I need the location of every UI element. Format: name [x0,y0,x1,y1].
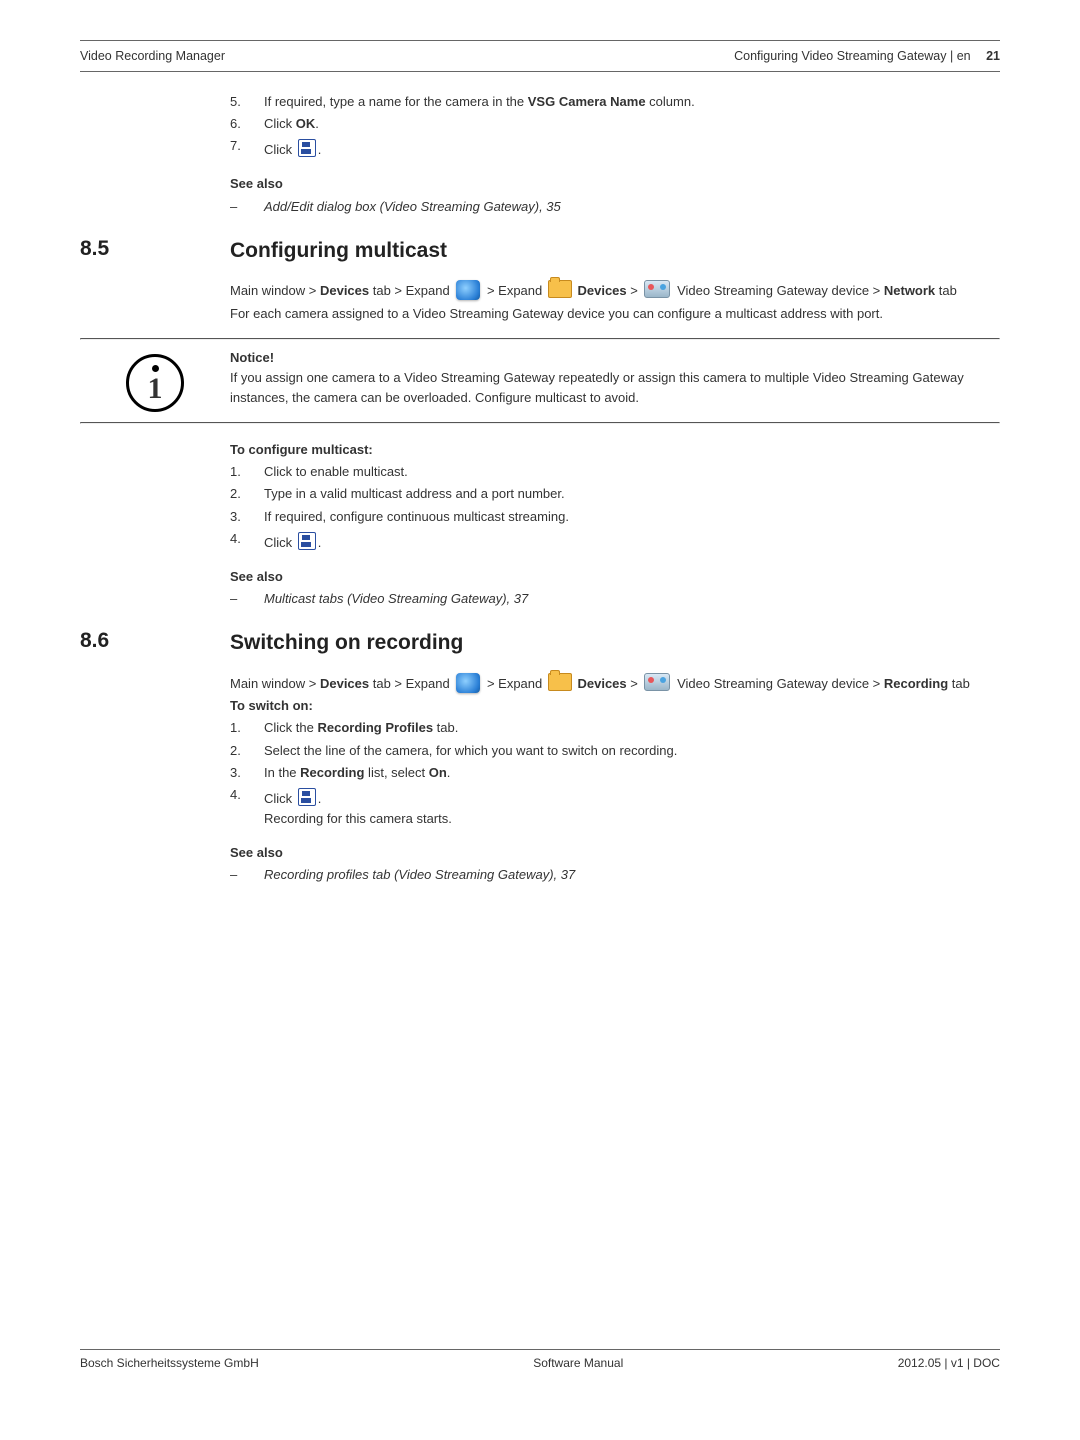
list-item: 2.Select the line of the camera, for whi… [230,741,1000,761]
save-icon [298,532,316,550]
folder-icon [548,280,572,298]
save-icon [298,139,316,157]
page-number: 21 [986,49,1000,63]
list-item: 7. Click . [230,136,1000,160]
howto-heading: To switch on: [230,696,1000,716]
list-item: 4.Click .Recording for this camera start… [230,785,1000,829]
footer-left: Bosch Sicherheitssysteme GmbH [80,1356,259,1370]
section-number: 8.5 [80,235,230,261]
footer-center: Software Manual [533,1356,623,1370]
device-icon [644,673,670,691]
header-left: Video Recording Manager [80,49,225,63]
see-also-item: – Add/Edit dialog box (Video Streaming G… [230,197,1000,217]
running-header: Video Recording Manager Configuring Vide… [80,41,1000,71]
howto-heading: To configure multicast: [230,440,1000,460]
recording-steps: 1.Click the Recording Profiles tab. 2.Se… [230,718,1000,829]
notice-block: 1 Notice! If you assign one camera to a … [80,338,1000,424]
intro-steps: 5. If required, type a name for the came… [230,92,1000,160]
notice-heading: Notice! [230,348,1000,368]
see-also-item: – Recording profiles tab (Video Streamin… [230,865,1000,885]
save-icon [298,788,316,806]
nav-path: Main window > Devices tab > Expand > Exp… [230,275,1000,304]
list-item: 5. If required, type a name for the came… [230,92,1000,112]
list-item: 6. Click OK. [230,114,1000,134]
see-also-heading: See also [230,843,1000,863]
section-description: For each camera assigned to a Video Stre… [230,304,1000,324]
page-footer: Bosch Sicherheitssysteme GmbH Software M… [80,1349,1000,1370]
globe-icon [456,673,480,693]
list-item: 3.In the Recording list, select On. [230,763,1000,783]
info-icon: 1 [126,354,184,412]
list-item: 1.Click to enable multicast. [230,462,1000,482]
see-also-item: – Multicast tabs (Video Streaming Gatewa… [230,589,1000,609]
list-item: 3.If required, configure continuous mult… [230,507,1000,527]
list-item: 2.Type in a valid multicast address and … [230,484,1000,504]
see-also-heading: See also [230,567,1000,587]
section-heading: Switching on recording [230,627,1000,660]
see-also-heading: See also [230,174,1000,194]
notice-body: If you assign one camera to a Video Stre… [230,368,1000,408]
multicast-steps: 1.Click to enable multicast. 2.Type in a… [230,462,1000,553]
device-icon [644,280,670,298]
footer-right: 2012.05 | v1 | DOC [898,1356,1000,1370]
list-item: 4.Click . [230,529,1000,553]
folder-icon [548,673,572,691]
list-item: 1.Click the Recording Profiles tab. [230,718,1000,738]
header-right: Configuring Video Streaming Gateway | en… [734,49,1000,63]
section-heading: Configuring multicast [230,235,1000,268]
nav-path: Main window > Devices tab > Expand > Exp… [230,668,1000,697]
globe-icon [456,280,480,300]
section-number: 8.6 [80,627,230,653]
